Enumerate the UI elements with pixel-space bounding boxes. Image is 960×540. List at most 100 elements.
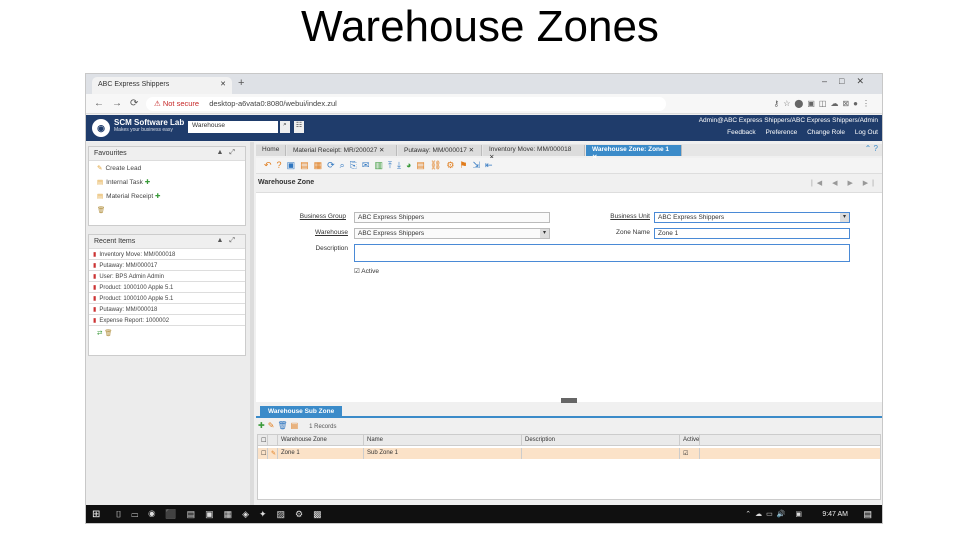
panel-collapse-icon[interactable]: ▲⤢ — [216, 237, 241, 245]
user-info[interactable]: Admin@ABC Express Shippers/ABC Express S… — [699, 117, 878, 124]
system-tray[interactable]: ⌃☁▭🔊 ▣ — [745, 510, 806, 518]
refresh-icon[interactable]: ⟳ — [327, 160, 340, 170]
not-secure-warning: ⚠ Not secure — [154, 99, 200, 108]
tab-material-receipt[interactable]: Material Receipt: MR/200027 ✕ — [287, 145, 397, 156]
tab-warehouse-sub-zone[interactable]: Warehouse Sub Zone — [260, 406, 343, 417]
row-checkbox[interactable]: ☐ — [258, 448, 268, 459]
edit-icon[interactable]: ✎ — [268, 421, 278, 430]
notification-icon[interactable]: ▤ — [863, 509, 872, 520]
search-icon[interactable]: ⌕ — [280, 121, 290, 133]
select-all-checkbox[interactable]: ☐ — [258, 435, 268, 446]
col-description[interactable]: Description — [522, 435, 680, 446]
zoom-icon[interactable]: ⚙ — [446, 160, 459, 170]
archive-icon[interactable]: ▤ — [416, 160, 430, 170]
active-checkbox[interactable]: ☑ Active — [354, 267, 379, 275]
business-group-field[interactable]: ABC Express Shippers — [354, 212, 550, 223]
recent-item[interactable]: ▮ Product: 1000100 Apple 5.1 — [89, 282, 245, 293]
logo-icon: ◉ — [92, 119, 110, 137]
save-icon[interactable]: ▤ — [291, 421, 302, 430]
help-icon[interactable]: ⌃ ? — [865, 144, 878, 153]
attach-icon[interactable]: ⎘ — [350, 160, 362, 170]
doc-icon: ▮ — [93, 307, 97, 313]
chevron-down-icon: ▾ — [540, 229, 549, 238]
undo-icon[interactable]: ↶ — [264, 160, 277, 170]
window-controls[interactable]: –□✕ — [822, 76, 876, 87]
doc-icon: ▮ — [93, 263, 97, 269]
save-icon[interactable]: ▦ — [314, 160, 328, 170]
favourite-item[interactable]: ✎ Create Lead — [89, 161, 245, 175]
record-nav-icons[interactable]: |◀ ◀ ▶ ▶| — [811, 179, 878, 187]
cell-active[interactable]: ☑ — [680, 448, 700, 459]
link-icon[interactable]: ⛓ — [430, 160, 446, 170]
feedback-link[interactable]: Feedback — [727, 129, 756, 136]
report-icon[interactable]: ◕ — [406, 160, 416, 170]
col-warehouse-zone[interactable]: Warehouse Zone — [278, 435, 364, 446]
taskbar: ⊞ ⌷▭◉⬛▤▣▦◈✦▨⚙▩ ⌃☁▭🔊 ▣ 9:47 AM ▤ — [86, 505, 882, 523]
zone-name-field[interactable]: Zone 1 — [654, 228, 850, 239]
brand: SCM Software Lab Makes your business eas… — [114, 118, 185, 133]
preference-link[interactable]: Preference — [765, 129, 797, 136]
windows-start-icon[interactable]: ⊞ — [92, 509, 100, 520]
table-row[interactable]: ☐ ✎ Zone 1 Sub Zone 1 ☑ — [258, 448, 880, 459]
tab-putaway[interactable]: Putaway: MM/000017 ✕ — [398, 145, 482, 156]
add-icon[interactable]: ✚ — [258, 421, 268, 430]
warehouse-field[interactable]: ABC Express Shippers ▾ — [354, 228, 550, 239]
recent-item[interactable]: ▮ Putaway: MM/000018 — [89, 304, 245, 315]
change-role-link[interactable]: Change Role — [807, 129, 845, 136]
refresh-icon[interactable]: ⇄ 🗑 — [89, 326, 245, 340]
menu-tree-icon[interactable]: ☷ — [294, 121, 304, 133]
recent-item[interactable]: ▮ Expense Report: 1000002 — [89, 315, 245, 326]
detail-toolbar: ✚✎🗑▤ 1 Records — [258, 421, 336, 430]
tab-inventory-move[interactable]: Inventory Move: MM/000018 ✕ — [483, 145, 585, 161]
close-window-icon[interactable]: ⇤ — [485, 160, 498, 170]
favourite-item[interactable]: ▤ Internal Task ✚ — [89, 175, 245, 189]
recent-item[interactable]: ▮ Putaway: MM/000017 — [89, 260, 245, 271]
edit-icon[interactable]: ✎ — [268, 448, 278, 459]
business-unit-field[interactable]: ABC Express Shippers ▾ — [654, 212, 850, 223]
col-name[interactable]: Name — [364, 435, 522, 446]
parent-icon[interactable]: ⤒ — [388, 160, 397, 170]
taskbar-apps[interactable]: ⌷▭◉⬛▤▣▦◈✦▨⚙▩ — [116, 509, 332, 520]
nav-buttons[interactable]: ←→⟳ — [94, 98, 146, 109]
export-icon[interactable]: ⇲ — [472, 160, 485, 170]
lead-icon: ✎ — [97, 165, 103, 172]
grid-toggle-icon[interactable]: ▥ — [374, 160, 388, 170]
tab-home[interactable]: Home — [256, 145, 286, 156]
close-icon[interactable]: ✕ — [220, 80, 226, 88]
recent-item[interactable]: ▮ Inventory Move: MM/000018 — [89, 249, 245, 260]
detail-icon[interactable]: ⤓ — [397, 160, 406, 170]
col-active[interactable]: Active — [680, 435, 700, 446]
grid-header: ☐ Warehouse Zone Name Description Active — [258, 435, 880, 446]
header-spacer — [268, 435, 278, 446]
url-input[interactable]: ⚠ Not secure desktop-a6vata0:8080/webui/… — [146, 97, 666, 111]
help-icon[interactable]: ? — [277, 160, 287, 170]
favourite-item[interactable]: ▤ Material Receipt ✚ — [89, 189, 245, 203]
new-icon[interactable]: ▣ — [287, 160, 301, 170]
delete-icon[interactable]: 🗑 — [277, 421, 290, 430]
extension-icons[interactable]: ⚷☆⬤▣◫☁⊠●⋮ — [773, 99, 874, 108]
new-tab-icon[interactable]: + — [238, 77, 244, 89]
recent-item[interactable]: ▮ Product: 1000100 Apple 5.1 — [89, 293, 245, 304]
collapse-handle[interactable] — [561, 398, 577, 403]
cell-description — [522, 448, 680, 459]
window-toolbar: ↶?▣▤▦⟳⌕⎘✉▥⤒⤓◕▤⛓⚙⚑⇲⇤ — [256, 158, 882, 174]
recent-item[interactable]: ▮ User: BPS Admin Admin — [89, 271, 245, 282]
trash-icon[interactable]: 🗑 — [89, 203, 245, 217]
favourites-header: Favourites ▲⤢ — [89, 147, 245, 161]
chat-icon[interactable]: ✉ — [362, 160, 375, 170]
copy-icon[interactable]: ▤ — [300, 160, 314, 170]
logout-link[interactable]: Log Out — [855, 129, 878, 136]
app-header: ◉ SCM Software Lab Makes your business e… — [86, 115, 882, 141]
detail-tabs: Warehouse Sub Zone — [256, 405, 882, 418]
tab-warehouse-zone[interactable]: Warehouse Zone: Zone 1 ✕ — [586, 145, 682, 161]
header-search-input[interactable]: Warehouse ⌕ — [188, 121, 290, 133]
business-group-label: Business Group — [299, 213, 346, 220]
find-icon[interactable]: ⌕ — [340, 160, 350, 170]
description-field[interactable] — [354, 244, 850, 262]
address-bar: ←→⟳ ⚠ Not secure desktop-a6vata0:8080/we… — [86, 94, 882, 114]
doc-icon: ▮ — [93, 252, 97, 258]
splitter[interactable] — [250, 142, 254, 512]
panel-collapse-icon[interactable]: ▲⤢ — [216, 149, 241, 157]
process-icon[interactable]: ⚑ — [459, 160, 472, 170]
browser-tab[interactable]: ABC Express Shippers ✕ — [92, 77, 232, 94]
